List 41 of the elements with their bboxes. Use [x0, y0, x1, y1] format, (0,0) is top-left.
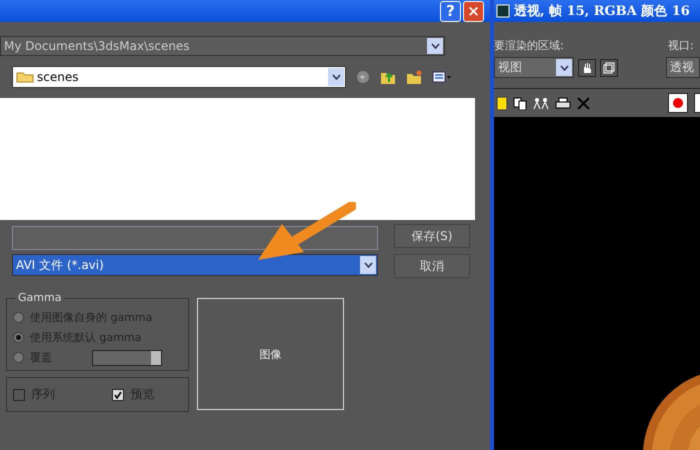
group-title: Gamma [15, 291, 64, 304]
channel-button[interactable] [668, 93, 688, 113]
image-preview: 图像 [197, 298, 344, 410]
radio-button[interactable] [13, 352, 24, 363]
area-dropdown[interactable]: 视图 [494, 57, 574, 78]
save-button[interactable]: 保存(S) [394, 224, 470, 248]
file-type-dropdown[interactable]: AVI 文件 (*.avi) [12, 254, 378, 276]
folder-icon [16, 71, 34, 83]
folder-dropdown[interactable]: scenes [12, 66, 346, 88]
dot-icon [673, 98, 683, 108]
people-icon[interactable] [533, 96, 549, 110]
checkbox[interactable] [112, 388, 124, 400]
new-folder-icon[interactable] [406, 69, 422, 85]
caret-icon [560, 64, 568, 70]
viewport-label: 视口: [668, 38, 695, 53]
view-menu-icon[interactable] [432, 70, 452, 84]
save-icon[interactable] [497, 96, 507, 110]
viewport-dropdown[interactable]: 透视 [666, 57, 700, 78]
pan-button[interactable] [578, 58, 596, 76]
app-icon [496, 4, 510, 18]
print-icon[interactable] [555, 96, 571, 110]
cancel-button[interactable]: 取消 [394, 254, 470, 278]
hand-icon [581, 62, 593, 74]
region-button[interactable] [600, 58, 618, 76]
caret-icon [364, 262, 372, 268]
gamma-spinner[interactable] [92, 350, 162, 366]
file-name-field[interactable] [12, 226, 378, 250]
back-icon[interactable] [356, 70, 370, 84]
caret-icon [332, 74, 340, 80]
path-field[interactable]: My Documents\3dsMax\scenes [0, 36, 445, 56]
caret-icon [430, 43, 440, 49]
copy-icon[interactable] [513, 96, 527, 110]
window-title: 透视, 帧 15, RGBA 颜色 16 [494, 0, 700, 22]
checkbox[interactable] [13, 388, 25, 400]
help-button[interactable]: ? [440, 0, 461, 22]
channel-toggle[interactable] [694, 93, 700, 113]
area-label: 要渲染的区域: [494, 38, 564, 53]
close-button[interactable]: × [463, 0, 484, 22]
radio-button[interactable] [13, 332, 24, 343]
radio-button[interactable] [13, 312, 24, 323]
close-icon[interactable] [577, 96, 590, 110]
